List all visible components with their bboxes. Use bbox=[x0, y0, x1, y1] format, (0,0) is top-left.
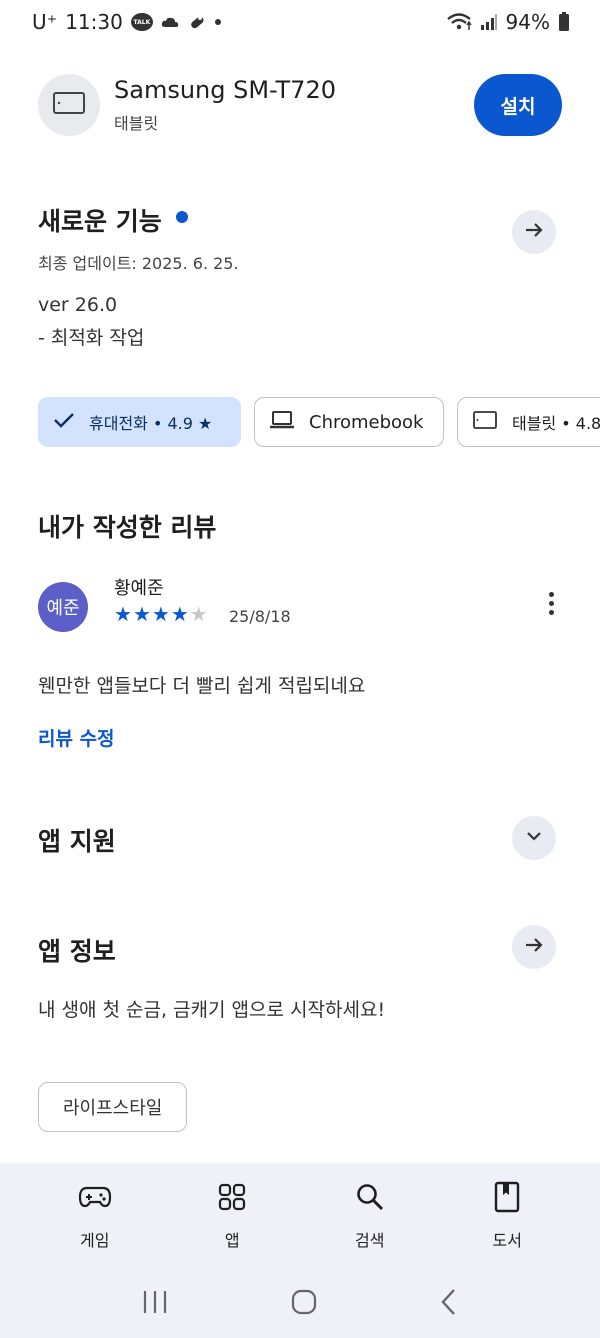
nav-search-label: 검색 bbox=[355, 1231, 385, 1250]
tablet-avatar bbox=[38, 74, 100, 136]
status-bar: U⁺ 11:30 TALK 94% bbox=[0, 0, 600, 44]
nav-books[interactable]: 도서 bbox=[457, 1179, 557, 1251]
clock: 11:30 bbox=[65, 10, 123, 34]
chip-phone[interactable]: 휴대전화 • 4.9 ★ bbox=[38, 397, 241, 447]
back-icon[interactable] bbox=[439, 1288, 459, 1320]
chip-phone-label: 휴대전화 • 4.9 ★ bbox=[89, 414, 213, 433]
arrow-right-icon bbox=[523, 219, 545, 245]
tablet-icon bbox=[52, 91, 86, 119]
whats-new-arrow-button[interactable] bbox=[512, 210, 556, 254]
apps-grid-icon bbox=[218, 1179, 246, 1215]
nav-search[interactable]: 검색 bbox=[320, 1179, 420, 1251]
device-type: 태블릿 bbox=[114, 114, 159, 133]
install-button[interactable]: 설치 bbox=[474, 74, 562, 136]
nav-games[interactable]: 게임 bbox=[45, 1179, 145, 1251]
app-support-section[interactable]: 앱 지원 bbox=[38, 816, 556, 860]
version-text: ver 26.0 bbox=[38, 294, 118, 316]
carrier-label: U⁺ bbox=[32, 10, 58, 34]
app-support-title: 앱 지원 bbox=[38, 827, 116, 856]
device-name: Samsung SM-T720 bbox=[114, 76, 336, 104]
release-note-text: - 최적화 작업 bbox=[38, 327, 145, 349]
chip-tablet[interactable]: 태블릿 • 4.8 bbox=[457, 397, 600, 447]
device-row: Samsung SM-T720 태블릿 설치 bbox=[38, 72, 562, 138]
star-filled-icon: ★ bbox=[151, 602, 170, 626]
chip-tablet-label: 태블릿 • 4.8 bbox=[512, 414, 600, 433]
search-icon bbox=[355, 1179, 385, 1215]
gamepad-icon bbox=[78, 1179, 112, 1215]
signal-icon bbox=[480, 13, 498, 31]
system-navigation-bar bbox=[0, 1288, 600, 1320]
book-icon bbox=[494, 1179, 520, 1215]
battery-percent: 94% bbox=[505, 10, 550, 34]
last-updated: 최종 업데이트: 2025. 6. 25. bbox=[38, 254, 239, 273]
kakaotalk-icon: TALK bbox=[130, 13, 153, 31]
bottom-navigation: 게임 앱 검색 도서 bbox=[0, 1163, 600, 1338]
rating-stars: ★ ★ ★ ★ ★ bbox=[114, 602, 208, 626]
home-icon[interactable] bbox=[290, 1288, 318, 1320]
star-filled-icon: ★ bbox=[132, 602, 151, 626]
review-text: 웬만한 앱들보다 더 빨리 쉽게 적립되네요 bbox=[38, 675, 366, 697]
whats-new-section: 새로운 기능 최종 업데이트: 2025. 6. 25. bbox=[38, 202, 556, 274]
wifi-icon bbox=[446, 12, 472, 32]
battery-icon bbox=[558, 12, 570, 32]
chevron-down-icon bbox=[524, 826, 544, 850]
app-info-body: 내 생애 첫 순금, 금캐기 앱으로 시작하세요! bbox=[38, 994, 556, 1027]
nav-apps-label: 앱 bbox=[224, 1231, 240, 1250]
recent-apps-icon[interactable] bbox=[141, 1289, 169, 1319]
check-icon bbox=[53, 411, 75, 433]
pill-icon bbox=[187, 12, 207, 32]
star-empty-icon: ★ bbox=[189, 602, 208, 626]
category-chip[interactable]: 라이프스타일 bbox=[38, 1082, 188, 1132]
device-filter-chips: 휴대전화 • 4.9 ★ Chromebook 태블릿 • 4.8 bbox=[38, 397, 600, 447]
reviewer-name: 황예준 bbox=[114, 578, 164, 599]
edit-review-link[interactable]: 리뷰 수정 bbox=[38, 728, 115, 750]
chip-chromebook-label: Chromebook bbox=[309, 411, 424, 433]
my-review-header: 내가 작성한 리뷰 bbox=[38, 508, 556, 544]
release-notes: ver 26.0 - 최적화 작업 bbox=[38, 289, 556, 355]
tablet-small-icon bbox=[472, 410, 498, 434]
app-description: 내 생애 첫 순금, 금캐기 앱으로 시작하세요! bbox=[38, 999, 386, 1021]
cloud-icon bbox=[161, 15, 179, 29]
new-indicator-icon bbox=[175, 211, 188, 223]
nav-books-label: 도서 bbox=[492, 1231, 522, 1250]
app-info-title: 앱 정보 bbox=[38, 937, 116, 966]
more-options-icon[interactable] bbox=[546, 592, 556, 615]
chip-chromebook[interactable]: Chromebook bbox=[254, 397, 444, 447]
review-date: 25/8/18 bbox=[229, 607, 291, 626]
notification-dot-icon bbox=[214, 19, 221, 25]
arrow-right-icon bbox=[523, 934, 545, 960]
my-review-title: 내가 작성한 리뷰 bbox=[38, 513, 217, 542]
review-card: 예준 황예준 ★ ★ ★ ★ ★ 25/8/18 bbox=[38, 572, 556, 642]
laptop-icon bbox=[269, 410, 295, 435]
avatar: 예준 bbox=[38, 582, 88, 632]
app-info-arrow-button[interactable] bbox=[512, 925, 556, 969]
app-info-section: 앱 정보 bbox=[38, 925, 556, 969]
whats-new-title: 새로운 기능 bbox=[38, 207, 162, 236]
nav-apps[interactable]: 앱 bbox=[182, 1179, 282, 1251]
star-filled-icon: ★ bbox=[170, 602, 189, 626]
star-filled-icon: ★ bbox=[114, 602, 132, 626]
nav-games-label: 게임 bbox=[80, 1231, 110, 1250]
app-support-expand-button[interactable] bbox=[512, 816, 556, 860]
review-body: 웬만한 앱들보다 더 빨리 쉽게 적립되네요 bbox=[38, 670, 556, 703]
review-edit-row: 리뷰 수정 bbox=[38, 724, 556, 751]
